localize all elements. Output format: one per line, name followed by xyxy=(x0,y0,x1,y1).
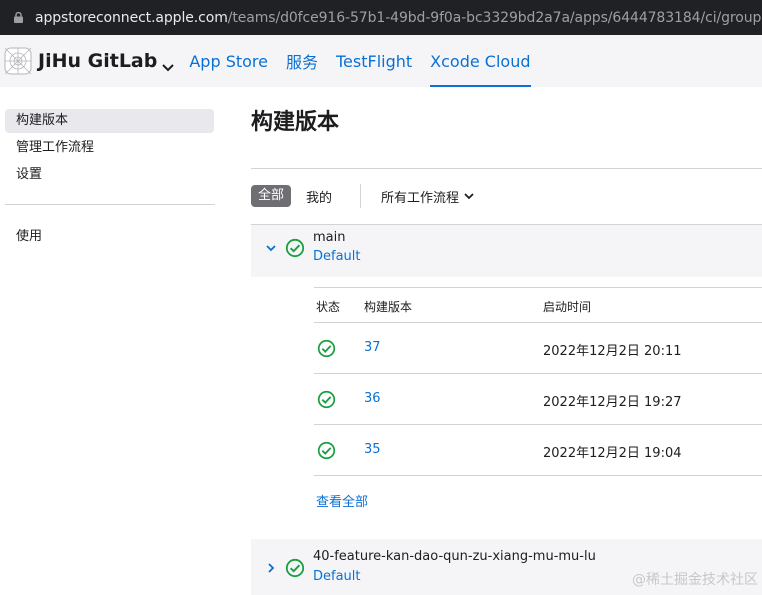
start-time: 2022年12月2日 19:04 xyxy=(543,446,682,461)
column-header-status: 状态 xyxy=(316,300,341,314)
start-time: 2022年12月2日 20:11 xyxy=(543,344,682,359)
build-group-main[interactable]: main Default xyxy=(251,225,762,277)
sidebar-item-manage-workflows[interactable]: 管理工作流程 xyxy=(5,136,214,160)
app-switcher[interactable]: JiHu GitLab xyxy=(38,50,175,72)
chevron-down-icon xyxy=(464,192,474,199)
table-row[interactable]: 36 2022年12月2日 19:27 xyxy=(314,374,762,425)
divider xyxy=(314,287,762,288)
success-check-icon xyxy=(317,339,336,358)
tab-services[interactable]: 服务 xyxy=(286,35,318,87)
build-number-link[interactable]: 35 xyxy=(364,442,381,457)
divider xyxy=(314,475,762,476)
branch-name: main xyxy=(313,230,346,245)
app-name: JiHu GitLab xyxy=(38,50,158,72)
chevron-right-icon[interactable] xyxy=(265,562,277,574)
table-row[interactable]: 35 2022年12月2日 19:04 xyxy=(314,425,762,476)
start-time: 2022年12月2日 19:27 xyxy=(543,395,682,410)
filter-all-button[interactable]: 全部 xyxy=(251,185,292,207)
column-header-build: 构建版本 xyxy=(364,300,413,314)
sidebar-item-usage[interactable]: 使用 xyxy=(5,225,214,249)
chevron-down-icon xyxy=(161,56,175,72)
sidebar-item-settings[interactable]: 设置 xyxy=(5,163,214,187)
build-number-link[interactable]: 36 xyxy=(364,391,381,406)
sidebar-item-builds[interactable]: 构建版本 xyxy=(5,109,214,133)
tab-app-store[interactable]: App Store xyxy=(189,35,268,87)
workflow-dropdown[interactable]: 所有工作流程 xyxy=(381,187,474,206)
url-path: /teams/d0fce916-57b1-49bd-9f0a-bc3329bd2… xyxy=(227,9,762,26)
url-host: appstoreconnect.apple.com xyxy=(35,9,228,26)
tab-xcode-cloud[interactable]: Xcode Cloud xyxy=(430,35,531,87)
success-check-icon xyxy=(285,238,305,258)
top-nav: JiHu GitLab App Store 服务 TestFlight Xcod… xyxy=(0,35,762,87)
page-title: 构建版本 xyxy=(251,110,340,135)
workflow-link[interactable]: Default xyxy=(313,249,361,264)
success-check-icon xyxy=(317,441,336,460)
divider xyxy=(251,168,762,169)
url-text[interactable]: appstoreconnect.apple.com/teams/d0fce916… xyxy=(35,10,762,26)
filter-separator xyxy=(360,184,362,208)
branch-name: 40-feature-kan-dao-qun-zu-xiang-mu-mu-lu xyxy=(313,549,596,564)
success-check-icon xyxy=(285,558,305,578)
success-check-icon xyxy=(317,390,336,409)
column-header-start-time: 启动时间 xyxy=(543,300,592,314)
view-all-link[interactable]: 查看全部 xyxy=(316,491,368,510)
table-row[interactable]: 37 2022年12月2日 20:11 xyxy=(314,323,762,374)
tab-testflight[interactable]: TestFlight xyxy=(336,35,412,87)
lock-icon xyxy=(14,12,23,23)
filter-bar: 全部 我的 所有工作流程 xyxy=(251,183,474,209)
workflow-dropdown-label: 所有工作流程 xyxy=(381,190,460,206)
build-number-link[interactable]: 37 xyxy=(364,340,381,355)
chevron-down-icon[interactable] xyxy=(265,242,277,254)
address-bar[interactable]: appstoreconnect.apple.com/teams/d0fce916… xyxy=(0,0,762,35)
workflow-link[interactable]: Default xyxy=(313,569,361,584)
filter-mine-button[interactable]: 我的 xyxy=(306,187,332,206)
watermark: @稀土掘金技术社区 xyxy=(632,572,758,588)
app-logo-icon xyxy=(4,47,32,75)
sidebar-divider xyxy=(5,204,215,205)
